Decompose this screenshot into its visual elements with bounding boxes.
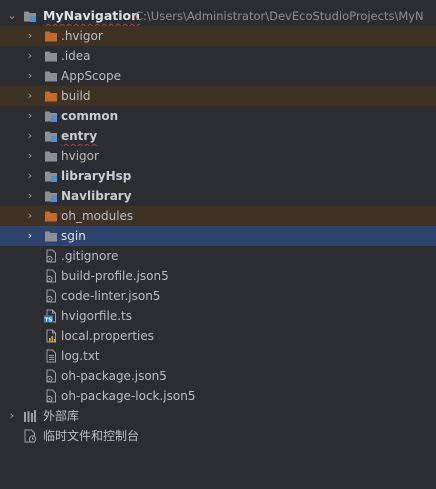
- project-root-path: C:\Users\Administrator\DevEcoStudioProje…: [135, 9, 424, 23]
- text-file-icon: [44, 349, 58, 363]
- file-label: build-profile.json5: [61, 269, 169, 283]
- chevron-right-icon[interactable]: ›: [24, 86, 36, 106]
- chevron-right-icon[interactable]: ›: [24, 166, 36, 186]
- file-label: .gitignore: [61, 249, 119, 263]
- chevron-right-icon[interactable]: ›: [6, 406, 18, 426]
- chevron-right-icon[interactable]: ›: [24, 206, 36, 226]
- folder-icon: [44, 229, 58, 243]
- folder-label: AppScope: [61, 69, 121, 83]
- tree-row-hvigor-hidden[interactable]: › .hvigor: [0, 26, 436, 46]
- tree-row-log-txt[interactable]: log.txt: [0, 346, 436, 366]
- file-label: hvigorfile.ts: [61, 309, 132, 323]
- folder-label: hvigor: [61, 149, 99, 163]
- excluded-folder-icon: [44, 209, 58, 223]
- tree-row-root[interactable]: ⌄ MyNavigation C:\Users\Administrator\De…: [0, 6, 436, 26]
- module-folder-icon: [44, 169, 57, 182]
- tree-row-hvigorfile[interactable]: TS hvigorfile.ts: [0, 306, 436, 326]
- ignore-file-icon: [44, 249, 58, 263]
- file-label: local.properties: [61, 329, 155, 343]
- config-file-icon: [44, 369, 58, 383]
- module-folder-icon: [44, 129, 57, 142]
- tree-row-oh-package-lock[interactable]: oh-package-lock.json5: [0, 386, 436, 406]
- typescript-file-icon: TS: [44, 309, 58, 323]
- tree-row-oh-package[interactable]: oh-package.json5: [0, 366, 436, 386]
- excluded-folder-icon: [44, 29, 58, 43]
- module-folder-icon: [44, 189, 57, 202]
- tree-row-appscope[interactable]: › AppScope: [0, 66, 436, 86]
- tree-row-gitignore[interactable]: .gitignore: [0, 246, 436, 266]
- tree-row-code-linter[interactable]: code-linter.json5: [0, 286, 436, 306]
- tree-row-hvigor[interactable]: › hvigor: [0, 146, 436, 166]
- folder-icon: [44, 149, 58, 163]
- tree-row-idea[interactable]: › .idea: [0, 46, 436, 66]
- folder-label: common: [61, 109, 119, 123]
- folder-label: .idea: [61, 49, 91, 63]
- project-tree: ⌄ MyNavigation C:\Users\Administrator\De…: [0, 6, 436, 446]
- library-icon: [24, 410, 36, 422]
- chevron-right-icon[interactable]: ›: [24, 146, 36, 166]
- folder-label: .hvigor: [61, 29, 103, 43]
- chevron-right-icon[interactable]: ›: [24, 126, 36, 146]
- folder-label: sgin: [61, 229, 86, 243]
- project-root-name: MyNavigation: [43, 8, 141, 23]
- folder-icon: [44, 49, 58, 63]
- chevron-right-icon[interactable]: ›: [24, 226, 36, 246]
- chevron-right-icon[interactable]: ›: [24, 26, 36, 46]
- tree-row-sgin[interactable]: › sgin: [0, 226, 436, 246]
- tree-row-scratches[interactable]: 临时文件和控制台: [0, 426, 436, 446]
- file-label: code-linter.json5: [61, 289, 161, 303]
- chevron-right-icon[interactable]: ›: [24, 46, 36, 66]
- tree-row-external-libraries[interactable]: › 外部库: [0, 406, 436, 426]
- scratches-label: 临时文件和控制台: [43, 429, 140, 443]
- config-file-icon: [44, 289, 58, 303]
- folder-icon: [44, 69, 58, 83]
- tree-row-entry[interactable]: › entry: [0, 126, 436, 146]
- chevron-right-icon[interactable]: ›: [24, 66, 36, 86]
- tree-row-navlibrary[interactable]: › Navlibrary: [0, 186, 436, 206]
- folder-label: entry: [61, 129, 98, 143]
- module-folder-icon: [44, 109, 57, 122]
- file-label: oh-package-lock.json5: [61, 389, 196, 403]
- tree-row-common[interactable]: › common: [0, 106, 436, 126]
- svg-text:TS: TS: [45, 317, 53, 323]
- file-label: oh-package.json5: [61, 369, 167, 383]
- external-libraries-label: 外部库: [43, 409, 80, 423]
- folder-label: libraryHsp: [61, 169, 132, 183]
- tree-row-libraryhsp[interactable]: › libraryHsp: [0, 166, 436, 186]
- config-file-icon: [44, 389, 58, 403]
- folder-label: Navlibrary: [61, 189, 132, 203]
- file-label: log.txt: [61, 349, 100, 363]
- tree-row-oh-modules[interactable]: › oh_modules: [0, 206, 436, 226]
- properties-file-icon: [44, 329, 58, 343]
- folder-label: build: [61, 89, 91, 103]
- module-folder-icon: [23, 9, 36, 22]
- chevron-down-icon[interactable]: ⌄: [6, 6, 18, 26]
- tree-row-build[interactable]: › build: [0, 86, 436, 106]
- tree-row-build-profile[interactable]: build-profile.json5: [0, 266, 436, 286]
- config-file-icon: [44, 269, 58, 283]
- folder-label: oh_modules: [61, 209, 134, 223]
- scratches-icon: [24, 429, 37, 443]
- chevron-right-icon[interactable]: ›: [24, 106, 36, 126]
- tree-row-local-properties[interactable]: local.properties: [0, 326, 436, 346]
- chevron-right-icon[interactable]: ›: [24, 186, 36, 206]
- excluded-folder-icon: [44, 89, 58, 103]
